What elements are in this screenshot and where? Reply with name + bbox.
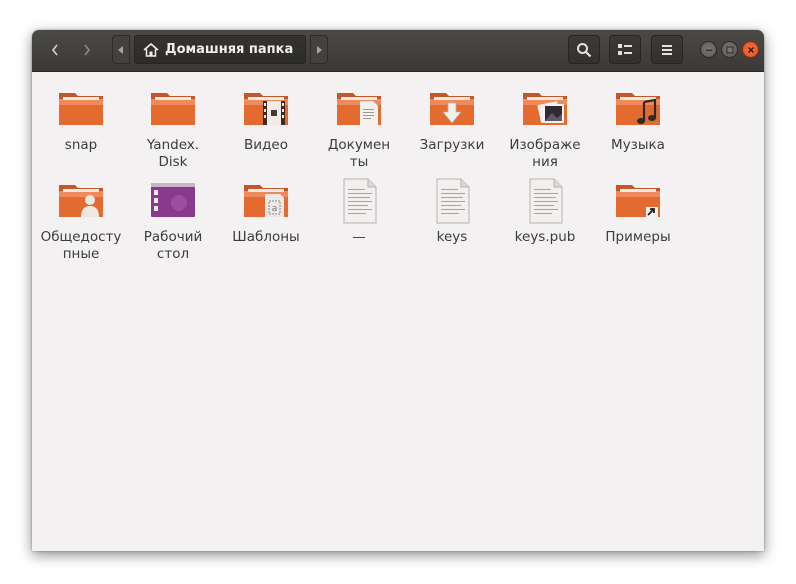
triangle-right-icon — [317, 45, 322, 54]
chevron-right-icon — [84, 44, 91, 55]
symlink-folder-icon — [616, 185, 660, 217]
file-item-dash[interactable]: — — [314, 177, 404, 246]
templates-folder-icon: a — [244, 185, 288, 217]
item-label: keys — [436, 229, 468, 245]
list-view-icon — [618, 43, 632, 55]
home-icon — [143, 42, 159, 57]
minimize-button[interactable] — [700, 41, 717, 58]
menu-button[interactable] — [651, 35, 683, 64]
path-scroll-right-button[interactable] — [310, 35, 328, 64]
text-file-icon — [436, 178, 470, 224]
item-label: Видео — [244, 137, 288, 153]
public-folder-icon — [59, 185, 103, 217]
maximize-button[interactable] — [721, 41, 738, 58]
folder-item-music[interactable]: Музыка — [593, 85, 683, 154]
close-button[interactable] — [742, 41, 759, 58]
folder-item-desktop[interactable]: Рабочий стол — [128, 177, 218, 263]
minimize-icon — [705, 49, 712, 51]
path-crumb-home[interactable]: Домашняя папка — [134, 35, 306, 64]
path-scroll-left-button[interactable] — [112, 35, 130, 64]
documents-folder-icon — [337, 93, 381, 125]
text-file-icon — [529, 178, 563, 224]
maximize-icon — [725, 45, 734, 54]
item-label: Изображе ния — [509, 137, 581, 170]
folder-icon — [151, 93, 195, 125]
forward-button[interactable] — [72, 35, 102, 64]
folder-item-examples[interactable]: Примеры — [593, 177, 683, 246]
item-label: — — [352, 229, 366, 245]
item-label: Yandex. Disk — [146, 137, 200, 170]
desktop-folder-icon — [151, 183, 195, 217]
music-folder-icon — [616, 93, 660, 125]
svg-text:a: a — [272, 204, 278, 214]
pictures-folder-icon — [523, 93, 567, 125]
search-button[interactable] — [568, 35, 600, 64]
chevron-left-icon — [51, 44, 58, 55]
path-crumb-label: Домашняя папка — [165, 42, 294, 57]
item-label: snap — [64, 137, 98, 153]
downloads-folder-icon — [430, 93, 474, 125]
folder-item-public[interactable]: Общедосту пные — [36, 177, 126, 263]
file-manager-window: Домашняя папка snap Yandex. Disk Видео Д… — [32, 30, 764, 551]
triangle-left-icon — [118, 45, 123, 54]
folder-item-downloads[interactable]: Загрузки — [407, 85, 497, 154]
text-file-icon — [343, 178, 377, 224]
header-bar: Домашняя папка — [32, 30, 764, 72]
folder-item-documents[interactable]: Докумен ты — [314, 85, 404, 171]
item-label: Загрузки — [419, 137, 485, 153]
back-button[interactable] — [40, 35, 70, 64]
item-label: Примеры — [605, 229, 671, 245]
item-label: Общедосту пные — [40, 229, 122, 262]
close-icon — [747, 46, 754, 53]
folder-icon — [59, 93, 103, 125]
file-item-keys[interactable]: keys — [407, 177, 497, 246]
folder-item-pictures[interactable]: Изображе ния — [500, 85, 590, 171]
search-icon — [577, 42, 592, 57]
view-toggle-button[interactable] — [609, 35, 641, 64]
item-label: keys.pub — [514, 229, 576, 245]
video-folder-icon — [244, 93, 288, 125]
folder-item-templates[interactable]: a Шаблоны — [221, 177, 311, 246]
item-label: Музыка — [611, 137, 665, 153]
item-label: Докумен ты — [327, 137, 391, 170]
file-item-keys-pub[interactable]: keys.pub — [500, 177, 590, 246]
folder-item-video[interactable]: Видео — [221, 85, 311, 154]
path-bar: Домашняя папка — [112, 35, 328, 64]
item-label: Шаблоны — [232, 229, 300, 245]
folder-item-yandex-disk[interactable]: Yandex. Disk — [128, 85, 218, 171]
hamburger-menu-icon — [662, 44, 672, 55]
item-label: Рабочий стол — [143, 229, 203, 262]
folder-item-snap[interactable]: snap — [36, 85, 126, 154]
file-grid: snap Yandex. Disk Видео Докумен ты Загру… — [32, 72, 764, 551]
